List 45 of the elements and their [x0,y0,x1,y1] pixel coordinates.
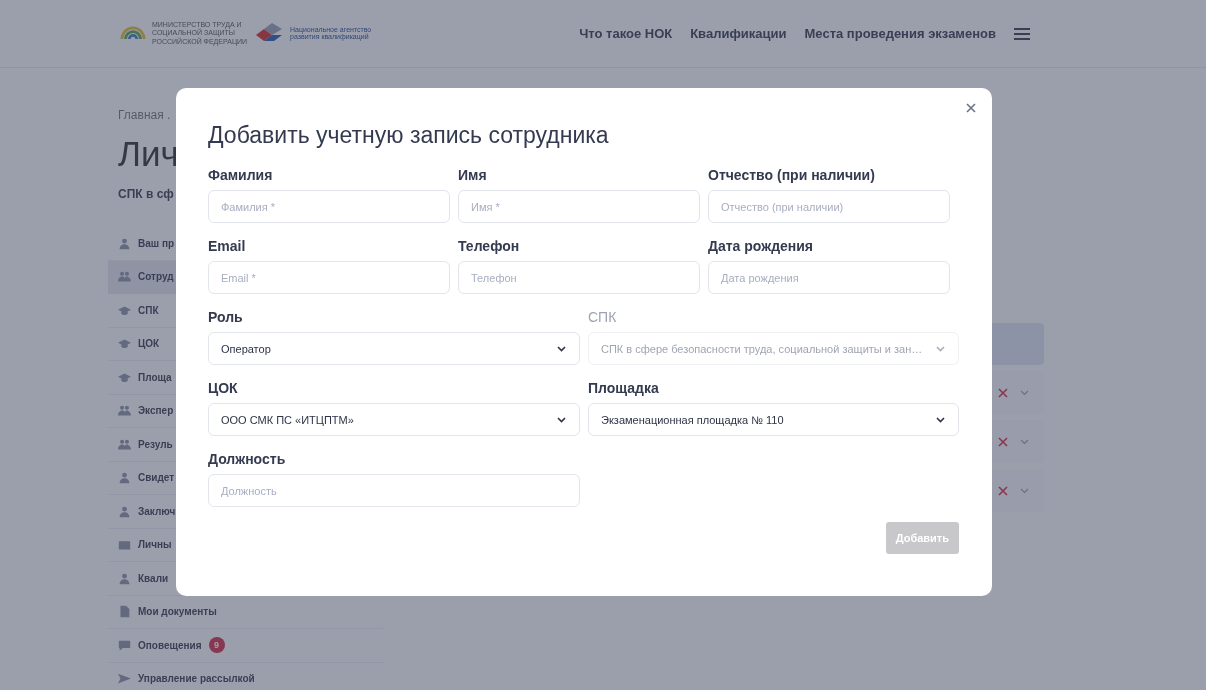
select-field[interactable]: Оператор [208,332,580,365]
sidebar-label: СПК [138,304,159,316]
field-label: Телефон [458,238,521,254]
field-label: Площадка [588,380,660,396]
input-field[interactable]: Должность [208,474,580,507]
field-label: Имя [458,167,488,183]
sidebar-label: Свидет [138,472,175,484]
sidebar-label: Заключ [138,505,176,517]
input-field[interactable]: Email * [208,261,450,294]
field-label: Должность [208,451,287,467]
sidebar-label: Ваш пр [138,237,175,249]
page-subtitle: СПК в сф [117,187,174,201]
nav-link[interactable]: Квалификации [690,26,787,41]
input-field[interactable]: Отчество (при наличии) [708,190,950,223]
select-field[interactable]: ООО СМК ПС «ИТЦПТМ» [208,403,580,436]
field-label: Фамилия [208,167,274,183]
modal-title: Добавить учетную запись сотрудника [208,122,610,149]
field-label: Роль [208,309,244,325]
sidebar-label: Мои документы [138,606,217,618]
sidebar-label: Личны [138,539,172,551]
select-value: Оператор [221,342,271,355]
sidebar-label: Площа [138,371,172,383]
select-value: ООО СМК ПС «ИТЦПТМ» [221,413,354,426]
nav-link[interactable]: Что такое НОК [579,26,673,41]
sidebar-label: Сотруд [138,271,174,283]
sidebar-label: Резуль [138,438,173,450]
page-title: Лич [118,136,179,171]
sidebar-label: Квали [138,572,169,584]
sidebar-label: Оповещения [138,639,202,651]
input-field[interactable]: Фамилия * [208,190,450,223]
input-field[interactable]: Дата рождения [708,261,950,294]
select-field[interactable]: Экзаменационная площадка № 110 [588,403,959,436]
field-label: ЦОК [208,380,239,396]
field-label: Отчество (при наличии) [708,167,876,183]
sidebar-label: Управление рассылкой [138,673,255,685]
field-label: Дата рождения [708,238,815,254]
select-value: Экзаменационная площадка № 110 [601,413,784,426]
notification-count: 9 [208,637,225,654]
sidebar-label: Экспер [138,405,174,417]
input-field[interactable]: Имя * [458,190,700,223]
sidebar-label: ЦОК [138,338,160,350]
field-label: Email [208,238,247,254]
nav-link[interactable]: Места проведения экзаменов [804,26,996,41]
input-field[interactable]: Телефон [458,261,700,294]
field-label: СПК [588,309,618,325]
